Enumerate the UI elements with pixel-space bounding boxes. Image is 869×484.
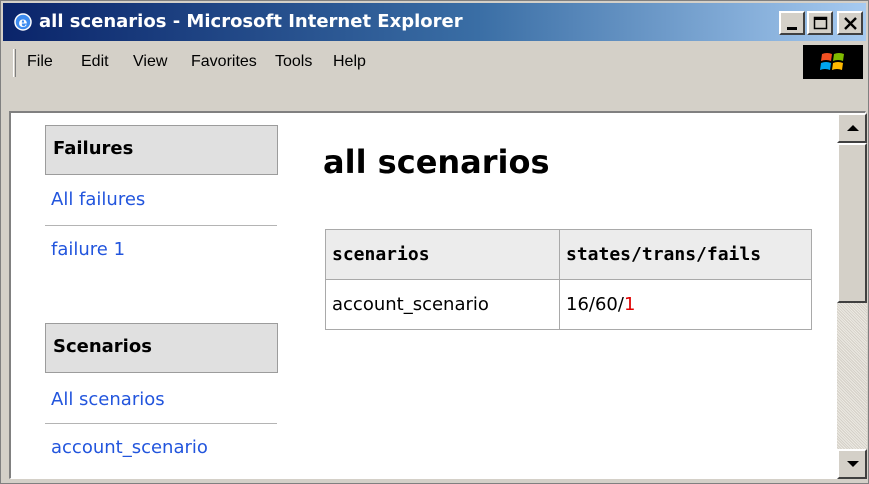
sidebar-link-failure-1[interactable]: failure 1 <box>51 239 125 260</box>
close-icon <box>844 17 857 30</box>
menu-edit[interactable]: Edit <box>81 53 109 71</box>
sidebar-divider <box>45 423 277 424</box>
menu-help[interactable]: Help <box>333 53 366 71</box>
maximize-icon <box>813 16 828 30</box>
windows-logo-icon <box>820 53 844 70</box>
scroll-down-button[interactable] <box>837 449 867 479</box>
table-header-row: scenarios states/trans/fails <box>325 229 812 280</box>
scenarios-table: scenarios states/trans/fails account_sce… <box>325 229 812 330</box>
minimize-button[interactable] <box>779 11 805 35</box>
maximize-button[interactable] <box>807 11 833 35</box>
states-trans-value: 16/60/ <box>566 294 624 315</box>
page-title: all scenarios <box>323 143 550 181</box>
scenario-name-cell: account_scenario <box>325 279 560 330</box>
menu-tools[interactable]: Tools <box>275 53 312 71</box>
scrollbar-thumb[interactable] <box>837 143 867 303</box>
sidebar-divider <box>45 225 277 226</box>
minimize-icon <box>787 27 797 30</box>
fails-count: 1 <box>623 294 636 315</box>
states-trans-fails-cell: 16/60/1 <box>559 279 812 330</box>
column-header-scenarios: scenarios <box>325 229 560 280</box>
sidebar-heading-failures: Failures <box>45 125 278 175</box>
sidebar-link-all-failures[interactable]: All failures <box>51 189 145 210</box>
sidebar-heading-scenarios: Scenarios <box>45 323 278 373</box>
ie-icon: e <box>13 12 33 32</box>
scroll-up-arrow-icon <box>847 125 859 131</box>
window-title: all scenarios - Microsoft Internet Explo… <box>39 11 463 32</box>
title-bar[interactable]: e all scenarios - Microsoft Internet Exp… <box>3 3 866 41</box>
vertical-scrollbar[interactable] <box>837 113 867 479</box>
svg-text:e: e <box>19 15 28 31</box>
table-row: account_scenario 16/60/1 <box>325 279 812 330</box>
menu-file[interactable]: File <box>27 53 53 71</box>
page-content: Failures All failures failure 1 Scenario… <box>11 113 837 479</box>
close-button[interactable] <box>837 11 863 35</box>
windows-logo <box>803 45 863 79</box>
browser-window: e all scenarios - Microsoft Internet Exp… <box>0 0 869 484</box>
sidebar-link-all-scenarios[interactable]: All scenarios <box>51 389 165 410</box>
menu-view[interactable]: View <box>133 53 167 71</box>
menu-bar: File Edit View Favorites Tools Help <box>3 43 866 83</box>
page-viewport: Failures All failures failure 1 Scenario… <box>9 111 867 479</box>
scroll-up-button[interactable] <box>837 113 867 143</box>
sidebar-link-account-scenario[interactable]: account_scenario <box>51 437 208 458</box>
toolbar-grip[interactable] <box>13 49 16 77</box>
scroll-down-arrow-icon <box>847 461 859 467</box>
column-header-states-trans-fails: states/trans/fails <box>559 229 812 280</box>
menu-favorites[interactable]: Favorites <box>191 53 257 71</box>
